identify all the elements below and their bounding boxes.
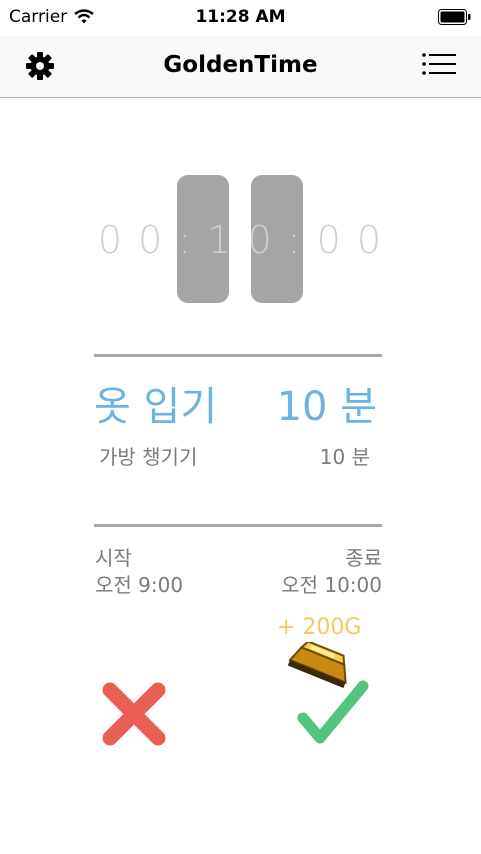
current-task-duration: 10 분 bbox=[276, 384, 377, 430]
start-time: 오전 9:00 bbox=[95, 573, 184, 597]
next-task-duration: 10 분 bbox=[319, 445, 370, 469]
next-task-name: 가방 챙기기 bbox=[99, 445, 198, 469]
end-time: 오전 10:00 bbox=[281, 573, 382, 597]
cancel-x-icon[interactable] bbox=[100, 680, 168, 748]
current-task-name: 옷 입기 bbox=[94, 384, 218, 430]
start-label: 시작 bbox=[95, 546, 132, 570]
checkmark-icon[interactable] bbox=[295, 676, 371, 752]
page-title: GoldenTime bbox=[163, 52, 318, 78]
navigation-bar: GoldenTime bbox=[0, 36, 481, 98]
list-icon[interactable] bbox=[422, 52, 456, 76]
divider-bottom bbox=[94, 524, 382, 527]
timer-display: 0 0 : 1 0 : 0 0 bbox=[0, 172, 481, 304]
battery-icon bbox=[438, 9, 471, 25]
divider-top bbox=[94, 354, 382, 357]
end-label: 종료 bbox=[345, 546, 382, 570]
timer-countdown: 0 0 : 1 0 : 0 0 bbox=[97, 218, 384, 262]
status-time: 11:28 AM bbox=[195, 7, 286, 27]
reward-amount: + 200G bbox=[277, 615, 362, 640]
status-bar: Carrier 11:28 AM bbox=[0, 0, 481, 36]
